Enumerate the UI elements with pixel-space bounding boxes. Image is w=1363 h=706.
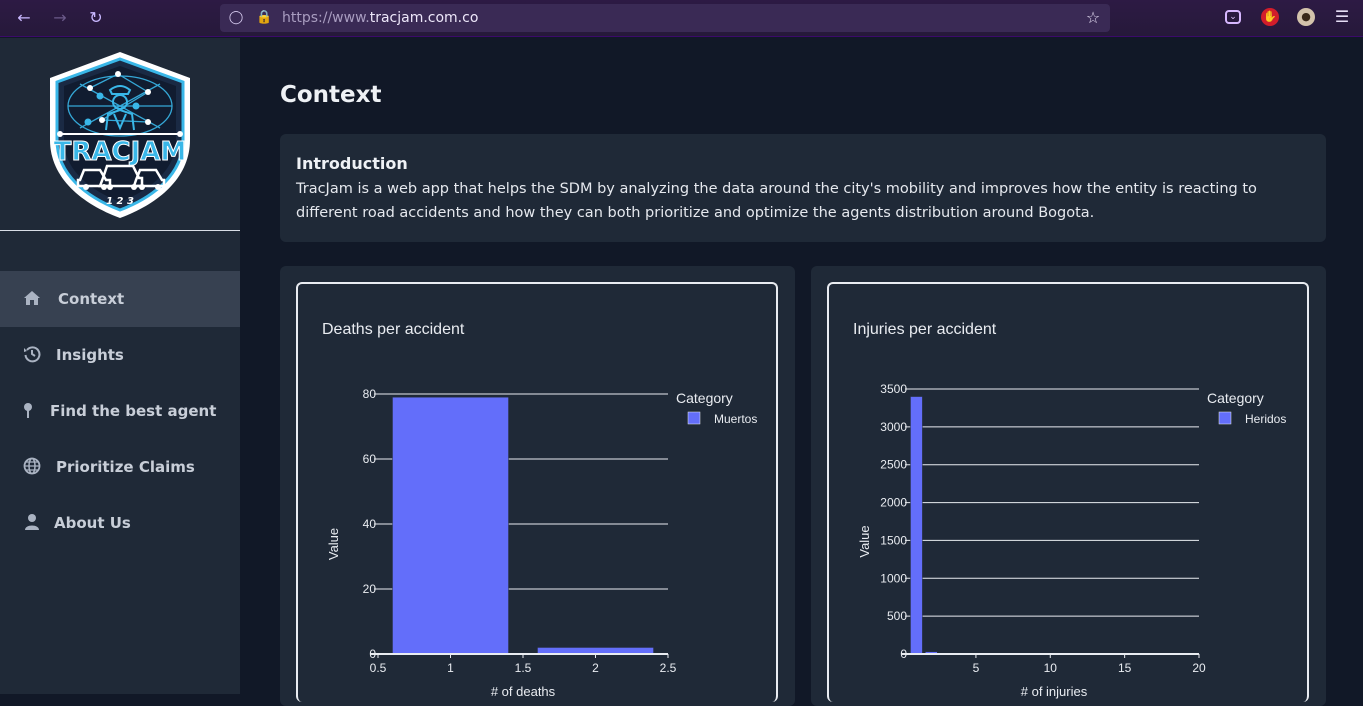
y-axis-label: Value: [326, 528, 341, 560]
deaths-chart[interactable]: Deaths per accident0204060800.511.522.5#…: [298, 284, 778, 702]
arrow-right-icon[interactable]: →: [49, 8, 71, 28]
deaths-chart-frame: Deaths per accident0204060800.511.522.5#…: [296, 282, 778, 702]
sidebar-item-label: Prioritize Claims: [56, 458, 195, 476]
x-tick-label: 1: [447, 661, 454, 675]
lock-icon[interactable]: 🔒: [256, 9, 272, 27]
x-tick-label: 0.5: [370, 661, 387, 675]
y-tick-label: 2500: [880, 458, 907, 472]
y-tick-label: 20: [363, 582, 377, 596]
legend-title: Category: [1207, 390, 1264, 406]
sidebar-item-label: About Us: [54, 514, 131, 532]
y-tick-label: 1500: [880, 533, 907, 547]
sidebar: TRACJAM 1 2 3 Context Insights Find the …: [0, 38, 240, 694]
bar: [910, 396, 923, 655]
y-tick-label: 60: [363, 452, 377, 466]
x-tick-label: 20: [1192, 661, 1206, 675]
y-tick-label: 1000: [880, 571, 907, 585]
url-bar[interactable]: ◯ 🔒 https://www.tracjam.com.co ☆: [220, 4, 1110, 32]
page-title: Context: [280, 82, 382, 108]
logo-numbers: 1 2 3: [106, 196, 134, 207]
logo-divider: [0, 230, 240, 231]
legend-entry: Heridos: [1245, 412, 1286, 426]
user-icon: [22, 513, 42, 533]
ublock-icon[interactable]: ✋: [1261, 8, 1279, 26]
legend-swatch: [1218, 411, 1232, 425]
menu-icon[interactable]: ☰: [1333, 8, 1351, 26]
y-tick-label: 500: [887, 609, 907, 623]
introduction-heading: Introduction: [296, 154, 408, 173]
map-pin-icon: [18, 401, 38, 421]
sidebar-item-insights[interactable]: Insights: [0, 327, 240, 383]
x-tick-label: 1.5: [515, 661, 532, 675]
injuries-chart-frame: Injuries per accident0500100015002000250…: [827, 282, 1309, 702]
sidebar-item-label: Context: [58, 290, 125, 308]
chart-title: Injuries per accident: [853, 321, 997, 338]
sidebar-item-find-agent[interactable]: Find the best agent: [0, 383, 240, 439]
y-tick-label: 40: [363, 517, 377, 531]
legend-swatch: [687, 411, 701, 425]
injuries-chart-card: Injuries per accident0500100015002000250…: [811, 266, 1326, 706]
x-tick-label: 10: [1044, 661, 1058, 675]
sidebar-item-prioritize-claims[interactable]: Prioritize Claims: [0, 439, 240, 495]
y-tick-label: 3000: [880, 420, 907, 434]
deaths-chart-card: Deaths per accident0204060800.511.522.5#…: [280, 266, 795, 706]
avatar-icon[interactable]: ●: [1297, 8, 1315, 26]
legend-title: Category: [676, 390, 733, 406]
sidebar-item-context[interactable]: Context: [0, 271, 240, 327]
x-tick-label: 2.5: [660, 661, 677, 675]
legend-entry: Muertos: [714, 412, 757, 426]
url-text[interactable]: https://www.tracjam.com.co: [282, 9, 478, 27]
x-axis-label: # of deaths: [491, 684, 556, 699]
arrow-left-icon[interactable]: ←: [13, 8, 35, 28]
star-icon[interactable]: ☆: [1084, 8, 1102, 28]
url-prefix: https://www.: [282, 10, 370, 26]
chart-title: Deaths per accident: [322, 321, 465, 338]
pocket-icon[interactable]: ⌄: [1225, 10, 1241, 24]
bar: [392, 397, 509, 655]
y-tick-label: 3500: [880, 382, 907, 396]
home-icon: [22, 289, 42, 309]
sidebar-item-about-us[interactable]: About Us: [0, 495, 240, 551]
sidebar-item-label: Find the best agent: [50, 402, 217, 420]
x-axis-label: # of injuries: [1021, 684, 1088, 699]
main-content: Context Introduction TracJam is a web ap…: [240, 38, 1363, 706]
shield-icon[interactable]: ◯: [228, 9, 244, 27]
x-tick-label: 15: [1118, 661, 1132, 675]
reload-icon[interactable]: ↻: [85, 8, 107, 28]
y-tick-label: 2000: [880, 496, 907, 510]
tracjam-logo[interactable]: TRACJAM 1 2 3: [40, 48, 200, 220]
logo-wordmark: TRACJAM: [54, 137, 187, 167]
history-icon: [22, 345, 42, 365]
sidebar-item-label: Insights: [56, 346, 124, 364]
introduction-card: Introduction TracJam is a web app that h…: [280, 134, 1326, 242]
introduction-text: TracJam is a web app that helps the SDM …: [296, 181, 1257, 221]
browser-toolbar: ← → ↻ ◯ 🔒 https://www.tracjam.com.co ☆ ⌄…: [0, 0, 1363, 37]
y-axis-label: Value: [857, 525, 872, 557]
x-tick-label: 2: [592, 661, 599, 675]
globe-icon: [22, 457, 42, 477]
injuries-chart[interactable]: Injuries per accident0500100015002000250…: [829, 284, 1309, 702]
x-tick-label: 5: [973, 661, 980, 675]
y-tick-label: 80: [363, 387, 377, 401]
url-domain: tracjam.com.co: [369, 10, 479, 26]
